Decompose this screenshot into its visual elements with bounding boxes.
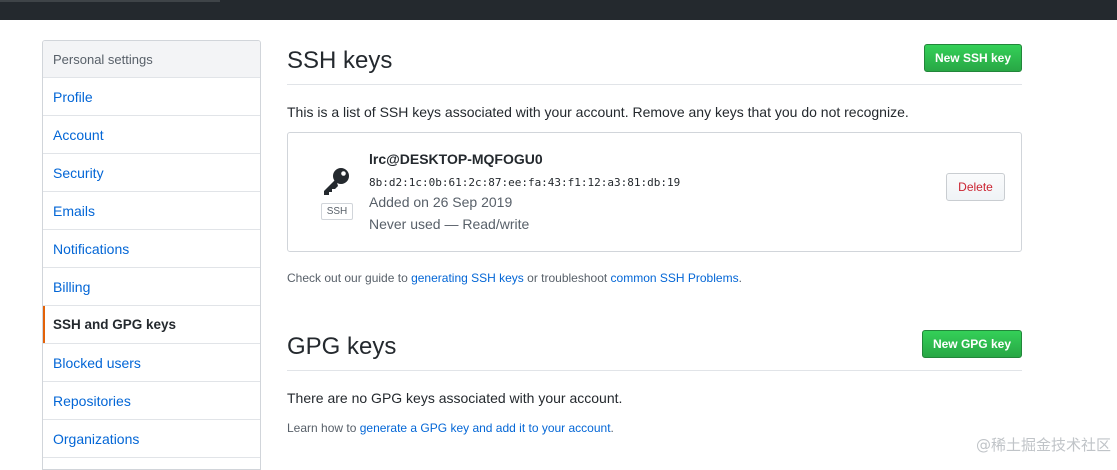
gpg-guide-note: Learn how to generate a GPG key and add … bbox=[287, 421, 614, 435]
sidebar-item-ssh-gpg-keys[interactable]: SSH and GPG keys bbox=[43, 306, 260, 344]
sidebar-item-organizations[interactable]: Organizations bbox=[43, 420, 260, 458]
ssh-description: This is a list of SSH keys associated wi… bbox=[287, 104, 909, 120]
watermark: @稀土掘金技术社区 bbox=[975, 436, 1111, 454]
gpg-guide-suffix: . bbox=[610, 421, 614, 435]
gpg-section-title: GPG keys bbox=[287, 333, 397, 360]
generating-ssh-keys-link[interactable]: generating SSH keys bbox=[411, 271, 524, 285]
ssh-guide-middle: or troubleshoot bbox=[523, 271, 611, 285]
new-ssh-key-button[interactable]: New SSH key bbox=[923, 44, 1022, 72]
sidebar-item-account[interactable]: Account bbox=[43, 116, 260, 154]
ssh-guide-suffix: . bbox=[738, 271, 742, 285]
sidebar-item-notifications[interactable]: Notifications bbox=[43, 230, 260, 268]
key-icon bbox=[324, 168, 349, 195]
sidebar-item-billing[interactable]: Billing bbox=[43, 268, 260, 306]
search-bar-edge[interactable] bbox=[0, 0, 220, 2]
sidebar-header: Personal settings bbox=[43, 41, 260, 78]
ssh-guide-prefix: Check out our guide to bbox=[287, 271, 412, 285]
sidebar-item-repositories[interactable]: Repositories bbox=[43, 382, 260, 420]
ssh-guide-note: Check out our guide to generating SSH ke… bbox=[287, 271, 742, 285]
common-ssh-problems-link[interactable]: common SSH Problems bbox=[611, 271, 739, 285]
ssh-key-added-date: Added on 26 Sep 2019 bbox=[369, 194, 513, 210]
sidebar-item-blocked-users[interactable]: Blocked users bbox=[43, 344, 260, 382]
gpg-section-header: GPG keys New GPG key bbox=[287, 326, 1022, 371]
ssh-section-title: SSH keys bbox=[287, 47, 393, 74]
sidebar-item-security[interactable]: Security bbox=[43, 154, 260, 192]
ssh-key-title: lrc@DESKTOP-MQFOGU0 bbox=[369, 151, 543, 167]
ssh-key-item: SSH lrc@DESKTOP-MQFOGU0 8b:d2:1c:0b:61:2… bbox=[287, 132, 1022, 252]
sidebar-item-emails[interactable]: Emails bbox=[43, 192, 260, 230]
ssh-section-header: SSH keys New SSH key bbox=[287, 40, 1022, 85]
top-navigation-bar bbox=[0, 0, 1117, 20]
ssh-key-fingerprint: 8b:d2:1c:0b:61:2c:87:ee:fa:43:f1:12:a3:8… bbox=[369, 176, 681, 189]
sidebar-item-profile[interactable]: Profile bbox=[43, 78, 260, 116]
new-gpg-key-button[interactable]: New GPG key bbox=[921, 330, 1022, 358]
gpg-guide-prefix: Learn how to bbox=[287, 421, 360, 435]
gpg-empty-message: There are no GPG keys associated with yo… bbox=[287, 390, 623, 406]
generate-gpg-key-link[interactable]: generate a GPG key and add it to your ac… bbox=[360, 421, 611, 435]
ssh-type-label: SSH bbox=[321, 203, 353, 220]
delete-ssh-key-button[interactable]: Delete bbox=[946, 173, 1005, 201]
settings-sidebar: Personal settings Profile Account Securi… bbox=[42, 40, 261, 470]
ssh-key-usage: Never used — Read/write bbox=[369, 216, 530, 232]
